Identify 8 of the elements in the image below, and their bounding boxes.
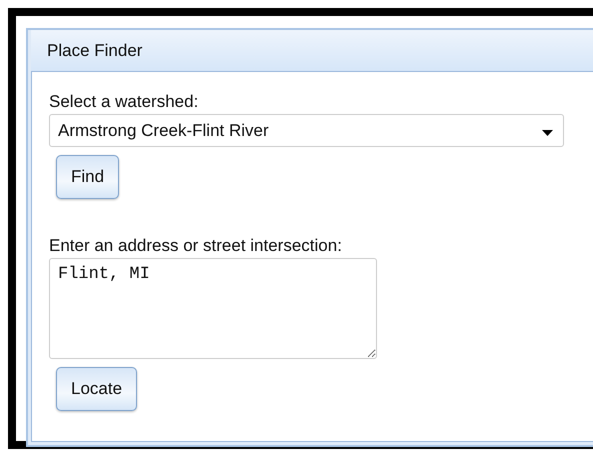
find-button[interactable]: Find: [56, 155, 120, 199]
field-label: Enter an address or street intersection:: [49, 236, 342, 256]
panel-title: Place Finder: [47, 40, 142, 60]
caret-icon: [542, 130, 553, 136]
address-field[interactable]: Flint, MI: [49, 258, 377, 359]
field-label: Select a watershed:: [49, 92, 198, 112]
locate-button[interactable]: Locate: [56, 367, 138, 411]
watershed-dropdown[interactable]: Armstrong Creek-Flint River: [49, 114, 564, 147]
